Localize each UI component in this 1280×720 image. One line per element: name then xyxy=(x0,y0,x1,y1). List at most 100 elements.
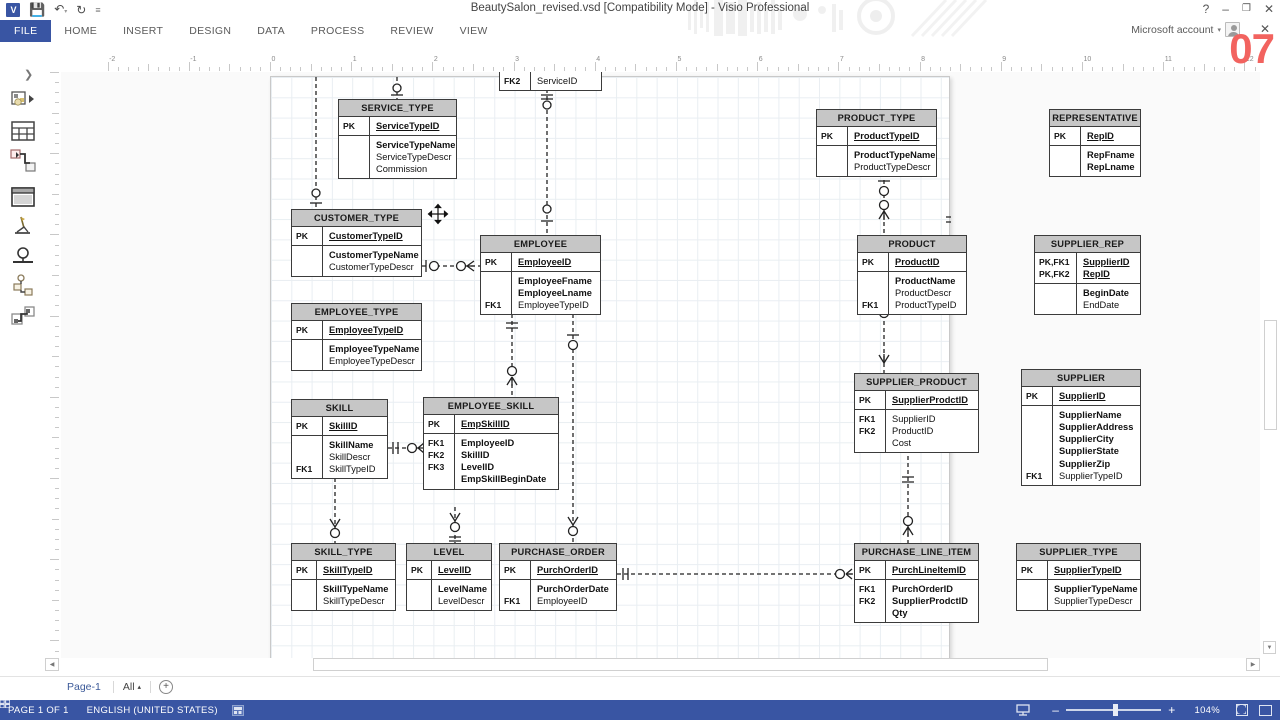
entity-level[interactable]: LEVEL PK LevelID LevelName LevelDescr xyxy=(406,543,492,612)
entity-representative[interactable]: REPRESENTATIVE PK RepID RepFname RepLname xyxy=(1049,109,1141,178)
chevron-up-icon[interactable]: ▴ xyxy=(138,683,142,691)
pointer-tool-icon[interactable] xyxy=(8,212,38,242)
ruler-tick xyxy=(55,173,59,175)
scroll-left-button[interactable]: ◀ xyxy=(45,658,59,671)
hierarchy-shape-icon[interactable] xyxy=(8,272,38,302)
drawing-canvas[interactable]: FK2 ServiceID SERVICE_TYPE PK ServiceTypeID … xyxy=(61,72,1260,668)
entity-employee_skill[interactable]: EMPLOYEE_SKILL PK EmpSkillID FK1 FK2 FK3 Empl… xyxy=(423,397,559,490)
close-icon[interactable]: ✕ xyxy=(1264,1,1274,17)
ruler-tick xyxy=(209,67,211,71)
add-page-button[interactable]: + xyxy=(159,679,174,694)
ruler-tick xyxy=(55,376,59,378)
fit-page-icon[interactable] xyxy=(1015,703,1031,717)
pk-field: EmployeeTypeID xyxy=(329,324,404,335)
connector-shapes-icon[interactable] xyxy=(8,146,38,176)
restore-icon[interactable]: ❐ xyxy=(1242,1,1251,17)
ruler-tick xyxy=(787,67,789,71)
scroll-right-button[interactable]: ▶ xyxy=(1246,658,1260,671)
shapes-flyout-icon[interactable] xyxy=(8,86,38,116)
entity-attribute-section: FK1 EmployeeFname EmployeeLname EmployeeTyp… xyxy=(481,271,600,315)
window-controls[interactable]: ? – ❐ ✕ xyxy=(1203,1,1274,17)
ruler-tick xyxy=(55,92,59,94)
entity-supplier_product[interactable]: SUPPLIER_PRODUCT PK SupplierProdctID FK1 FK2… xyxy=(854,373,979,454)
attribute-field-column: SkillTypeName SkillTypeDescr xyxy=(317,580,395,610)
horizontal-scroll-thumb[interactable] xyxy=(313,658,1048,671)
zoom-in-button[interactable]: + xyxy=(1161,704,1182,716)
stamp-tool-icon[interactable] xyxy=(8,242,38,272)
entity-service[interactable]: FK2 ServiceID xyxy=(499,72,602,92)
entity-skill_type[interactable]: SKILL_TYPE PK SkillTypeID SkillTypeName Ski… xyxy=(291,543,396,612)
zoom-slider-thumb[interactable] xyxy=(1113,704,1119,717)
link-shapes-icon[interactable] xyxy=(8,302,38,332)
redo-icon[interactable]: ↻ xyxy=(76,3,86,17)
ruler-tick xyxy=(564,67,566,71)
ruler-tick xyxy=(980,67,982,71)
ruler-tick xyxy=(55,285,59,287)
entity-product[interactable]: PRODUCT PK ProductID FK1 ProductName Product… xyxy=(857,235,967,316)
save-icon[interactable]: 💾 xyxy=(29,3,45,17)
all-pages-button[interactable]: All ▴ xyxy=(114,681,150,693)
tab-insert[interactable]: INSERT xyxy=(110,20,176,42)
fk-key-column: FK2 xyxy=(500,72,531,91)
minimize-icon[interactable]: – xyxy=(1222,1,1229,17)
drawing-page[interactable]: FK2 ServiceID SERVICE_TYPE PK ServiceTypeID … xyxy=(270,72,1141,660)
entity-skill[interactable]: SKILL PK SkillID FK1 SkillName SkillDescr Ski… xyxy=(291,399,388,480)
entity-purchase_order[interactable]: PURCHASE_ORDER PK PurchOrderID FK1 PurchOrd… xyxy=(499,543,617,612)
tab-process[interactable]: PROCESS xyxy=(298,20,377,42)
microsoft-account-menu[interactable]: Microsoft account ▾ xyxy=(1131,22,1240,37)
undo-icon[interactable]: ↶▾ xyxy=(54,2,67,19)
ruler-tick xyxy=(55,102,59,104)
attribute-field: EmployeeLname xyxy=(518,287,592,298)
tab-review[interactable]: REVIEW xyxy=(377,20,446,42)
fit-window-icon[interactable] xyxy=(1236,704,1248,716)
zoom-percentage[interactable]: 104% xyxy=(1183,705,1231,716)
table-grid-icon[interactable] xyxy=(8,116,38,146)
help-icon[interactable]: ? xyxy=(1203,1,1210,17)
entity-supplier_type[interactable]: SUPPLIER_TYPE PK SupplierTypeID SupplierTy… xyxy=(1016,543,1141,612)
page-tab-page-1[interactable]: Page-1 xyxy=(55,681,113,693)
vertical-scrollbar[interactable]: ▼ xyxy=(1262,72,1278,668)
entity-attribute-section: FK1 FK2 SupplierID ProductID Cost xyxy=(855,409,978,453)
entity-pk-section: PK LevelID xyxy=(407,560,491,580)
ruler-tick xyxy=(50,396,59,398)
horizontal-ruler[interactable]: -2 -1 0 1 2 3 4 5 6 7 8 9 10 11 12 xyxy=(45,56,1260,72)
entity-purchase_line_item[interactable]: PURCHASE_LINE_ITEM PK PurchLineItemID FK1 FK… xyxy=(854,543,979,624)
entity-attribute-section: ProductTypeName ProductTypeDescr xyxy=(817,145,936,177)
window-shape-icon[interactable] xyxy=(8,182,38,212)
ruler-tick xyxy=(55,620,59,622)
tab-home[interactable]: HOME xyxy=(51,20,110,42)
tab-data[interactable]: DATA xyxy=(244,20,298,42)
quick-access-toolbar[interactable]: V 💾 ↶▾ ↻ ≡ xyxy=(6,1,101,19)
entity-product_type[interactable]: PRODUCT_TYPE PK ProductTypeID ProductTypeN… xyxy=(816,109,937,178)
horizontal-scrollbar[interactable]: ◀ ▶ xyxy=(45,658,1260,672)
zoom-slider[interactable] xyxy=(1066,704,1162,717)
scroll-down-button[interactable]: ▼ xyxy=(1263,641,1276,654)
entity-supplier[interactable]: SUPPLIER PK SupplierID FK1 SupplierName Supp… xyxy=(1021,369,1141,486)
tab-view[interactable]: VIEW xyxy=(447,20,501,42)
tab-file[interactable]: FILE xyxy=(0,20,52,42)
entity-supplier_rep[interactable]: SUPPLIER_REP PK,FK1 PK,FK2 SupplierID RepID … xyxy=(1034,235,1141,316)
customize-quick-access-icon[interactable]: ≡ xyxy=(95,3,100,17)
chevron-down-icon[interactable]: ▾ xyxy=(1217,26,1221,34)
pk-field-column: SupplierID xyxy=(1053,387,1140,405)
expand-shapes-pane-icon[interactable]: ❯ xyxy=(24,68,33,81)
fk-key-column: FK1 FK2 xyxy=(855,409,886,453)
fk-key-column: FK1 xyxy=(500,579,531,611)
ruler-tick xyxy=(55,295,59,297)
ribbon-tabs[interactable]: FILE HOME INSERT DESIGN DATA PROCESS REV… xyxy=(0,20,501,42)
full-screen-icon[interactable] xyxy=(0,700,1272,716)
entity-employee[interactable]: EMPLOYEE PK EmployeeID FK1 EmployeeFname Emp… xyxy=(480,235,601,316)
attribute-field: BeginDate xyxy=(1083,287,1129,298)
entity-pk-section: PK EmployeeID xyxy=(481,252,600,272)
zoom-out-button[interactable]: – xyxy=(1045,704,1066,716)
ruler-tick xyxy=(554,64,556,71)
ruler-tick xyxy=(574,67,576,71)
vertical-ruler[interactable] xyxy=(45,72,61,668)
entity-customer_type[interactable]: CUSTOMER_TYPE PK CustomerTypeID CustomerTy… xyxy=(291,209,422,278)
language-label[interactable]: ENGLISH (UNITED STATES) xyxy=(69,705,218,716)
vertical-scroll-thumb[interactable] xyxy=(1264,320,1277,430)
entity-employee_type[interactable]: EMPLOYEE_TYPE PK EmployeeTypeID EmployeeTy… xyxy=(291,303,422,372)
entity-service_type[interactable]: SERVICE_TYPE PK ServiceTypeID ServiceTypeN… xyxy=(338,99,457,180)
tab-design[interactable]: DESIGN xyxy=(176,20,244,42)
macro-record-icon[interactable] xyxy=(231,704,244,716)
